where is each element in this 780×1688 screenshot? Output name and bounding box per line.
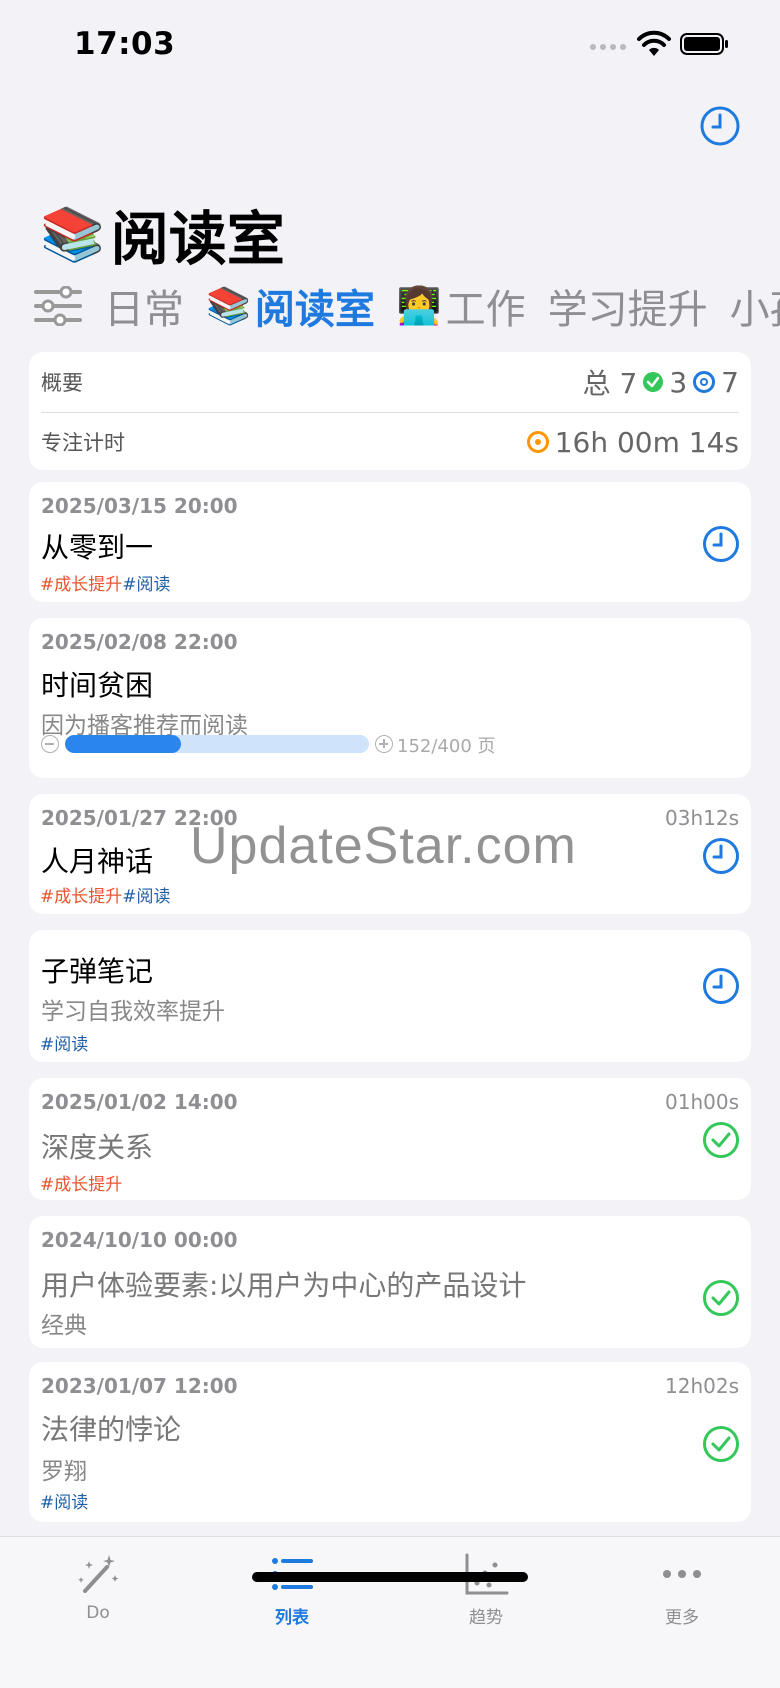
battery-icon — [680, 33, 728, 55]
task-title: 从零到一 — [41, 531, 154, 564]
clock-icon[interactable] — [701, 966, 741, 1006]
task-card[interactable]: 2023/01/07 12:00 12h02s 法律的悖论 罗翔 #阅读 — [29, 1362, 751, 1522]
tab-learning[interactable]: 学习提升 — [548, 278, 708, 334]
task-duration: 03h12s — [665, 806, 739, 830]
page-title: 📚 阅读室 — [40, 192, 285, 276]
tab-reading-room[interactable]: 📚 阅读室 — [206, 278, 375, 334]
history-clock-button[interactable] — [698, 104, 742, 148]
task-card[interactable]: 子弹笔记 学习自我效率提升 #阅读 — [29, 930, 751, 1062]
task-title: 用户体验要素:以用户为中心的产品设计 — [41, 1269, 527, 1302]
total-count: 总 7 — [582, 367, 638, 400]
books-icon: 📚 — [40, 204, 105, 265]
tab-label: 小孩 — [729, 287, 780, 333]
tag-growth[interactable]: #成长提升 — [40, 1175, 122, 1195]
plus-icon[interactable] — [375, 735, 393, 753]
tabbar-label: 趋势 — [469, 1608, 503, 1628]
tag-reading[interactable]: #阅读 — [40, 1035, 88, 1055]
check-circle-icon[interactable] — [701, 1424, 741, 1464]
task-duration: 01h00s — [665, 1090, 739, 1114]
tag-reading[interactable]: #阅读 — [40, 1493, 88, 1513]
tab-label: 工作 — [445, 287, 526, 333]
tag-growth[interactable]: #成长提升 — [40, 575, 122, 595]
check-circle-icon[interactable] — [701, 1120, 741, 1160]
tabbar-do[interactable]: Do — [38, 1551, 158, 1623]
task-tags: #阅读 — [40, 1030, 88, 1055]
tabbar-list[interactable]: 列表 — [232, 1551, 352, 1628]
status-bar: 17:03 — [0, 0, 780, 90]
overview-label: 概要 — [41, 371, 83, 395]
tabbar-trends[interactable]: 趋势 — [426, 1551, 546, 1628]
category-tabs: 日常 📚 阅读室 👩‍💻 工作 学习提升 小孩 — [0, 278, 780, 334]
task-card[interactable]: 2025/01/02 14:00 01h00s 深度关系 #成长提升 — [29, 1078, 751, 1200]
check-circle-icon — [643, 372, 664, 392]
filter-sliders-icon[interactable] — [34, 286, 82, 326]
home-indicator — [252, 1572, 528, 1582]
task-tags: #成长提升#阅读 — [40, 570, 171, 595]
task-subtitle: 罗翔 — [41, 1459, 87, 1485]
overview-counts: 总 7 3 7 — [583, 362, 739, 402]
technologist-icon: 👩‍💻 — [396, 286, 442, 327]
reading-progress: 152/400 页 — [41, 734, 541, 757]
tag-reading[interactable]: #阅读 — [122, 575, 170, 595]
task-date: 2024/10/10 00:00 — [41, 1228, 238, 1252]
progress-count: 152/400 页 — [397, 736, 496, 757]
task-card[interactable]: 2024/10/10 00:00 用户体验要素:以用户为中心的产品设计 经典 — [29, 1216, 751, 1348]
books-icon: 📚 — [206, 286, 251, 327]
tabbar-more[interactable]: 更多 — [622, 1551, 742, 1628]
tabbar-label: 更多 — [665, 1608, 699, 1628]
task-title: 人月神话 — [41, 845, 154, 878]
task-subtitle: 经典 — [41, 1313, 87, 1339]
task-tags: #成长提升#阅读 — [40, 882, 171, 907]
more-icon — [663, 1570, 701, 1578]
tag-reading[interactable]: #阅读 — [122, 887, 170, 907]
clock-icon[interactable] — [701, 524, 741, 564]
page-title-text: 阅读室 — [110, 205, 285, 273]
task-tags: #成长提升 — [40, 1170, 122, 1195]
task-tags: #阅读 — [40, 1488, 88, 1513]
tab-daily[interactable]: 日常 — [104, 278, 184, 334]
task-title: 子弹笔记 — [41, 955, 154, 988]
timer-icon — [526, 431, 549, 453]
signal-icon — [590, 44, 626, 50]
tab-label: 日常 — [104, 287, 184, 333]
task-subtitle: 学习自我效率提升 — [41, 999, 225, 1025]
task-card[interactable]: 2025/02/08 22:00 时间贫困 因为播客推荐而阅读 152/400 … — [29, 618, 751, 778]
task-date: 2023/01/07 12:00 — [41, 1374, 238, 1398]
watermark: UpdateStar.com — [190, 817, 577, 875]
tab-kids[interactable]: 小孩 — [730, 278, 780, 334]
progress-track[interactable] — [65, 735, 369, 753]
task-title: 时间贫困 — [41, 669, 154, 702]
task-date: 2025/02/08 22:00 — [41, 630, 238, 654]
minus-icon[interactable] — [41, 735, 59, 753]
task-date: 2025/01/02 14:00 — [41, 1090, 238, 1114]
task-card[interactable]: 2025/03/15 20:00 从零到一 #成长提升#阅读 — [29, 482, 751, 602]
overview-row: 概要 总 7 3 7 — [41, 352, 739, 412]
magic-wand-icon — [78, 1555, 119, 1593]
tabbar-label: 列表 — [275, 1608, 309, 1628]
focus-label: 专注计时 — [41, 431, 125, 455]
tabbar-label: Do — [86, 1603, 110, 1623]
task-date: 2025/03/15 20:00 — [41, 494, 238, 518]
tag-growth[interactable]: #成长提升 — [40, 887, 122, 907]
clock-icon[interactable] — [701, 836, 741, 876]
bottom-tab-bar: Do 列表 趋势 更多 — [0, 1536, 780, 1688]
focus-row: 专注计时 16h 00m 14s — [41, 412, 739, 472]
tab-label: 学习提升 — [547, 287, 708, 333]
focus-time: 16h 00m 14s — [554, 425, 739, 459]
progress-fill — [65, 735, 181, 753]
target-icon — [693, 371, 716, 393]
task-title: 法律的悖论 — [41, 1413, 182, 1446]
done-count: 3 — [669, 365, 688, 399]
wifi-icon — [637, 30, 671, 56]
summary-card: 概要 总 7 3 7 专注计时 16h 00m 14s — [29, 352, 751, 470]
tab-label: 阅读室 — [254, 287, 375, 333]
status-time: 17:03 — [74, 26, 176, 62]
task-title: 深度关系 — [41, 1131, 154, 1164]
task-duration: 12h02s — [665, 1374, 739, 1398]
target-count: 7 — [721, 365, 739, 399]
tab-work[interactable]: 👩‍💻 工作 — [397, 278, 526, 334]
check-circle-icon[interactable] — [701, 1278, 741, 1318]
focus-time-value: 16h 00m 14s — [526, 425, 739, 459]
